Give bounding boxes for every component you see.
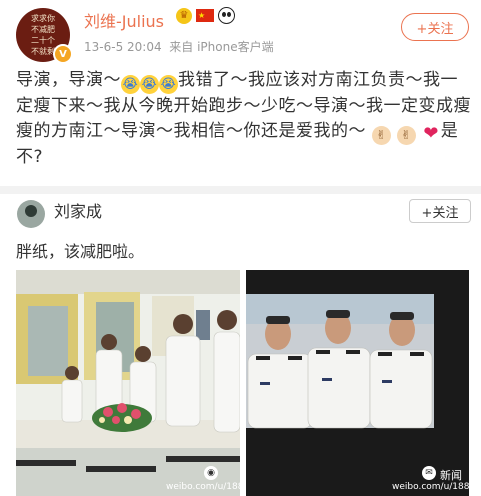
content-part-1: 导演，导演～ — [16, 70, 121, 90]
classroom-photo-illustration — [16, 270, 240, 496]
avatar-line-3: 二十个 — [31, 36, 55, 45]
repost-content: 胖纸，该减肥啦。 — [16, 242, 145, 261]
post-username[interactable]: 刘维-Julius — [84, 8, 164, 32]
wechat-watermark-icon: ✉ — [422, 466, 436, 480]
crying-emoji-icon: 😭 — [159, 75, 178, 94]
post-content: 导演，导演～ 😭 😭 😭我错了～我应该对方南江负责～我一定瘦下来～我从今晚开始跑步～少… — [16, 68, 472, 170]
section-divider — [0, 186, 481, 194]
avatar-line-2: 不减肥 — [31, 25, 55, 34]
heart-icon: ❤ — [423, 123, 440, 144]
photo2-watermark: weibo.com/u/188 — [392, 482, 469, 492]
avatar-line-4: 不就剩 — [31, 47, 55, 56]
avatar-line-1: 求求你 — [31, 14, 55, 23]
user-badges: ♛ ★ — [176, 7, 235, 24]
victory-hand-icon: ✌ — [371, 126, 391, 145]
screen-photo[interactable]: ✉ 新闻 weibo.com/u/188 — [246, 270, 469, 496]
repost-username[interactable]: 刘家成 — [54, 198, 102, 222]
panda-icon — [218, 7, 235, 24]
china-flag-icon: ★ — [196, 9, 214, 22]
classroom-photo[interactable]: ◉ weibo.com/u/188 — [16, 270, 240, 496]
crying-emoji-icon: 😭 — [140, 75, 159, 94]
photo1-watermark: weibo.com/u/188 — [166, 482, 240, 492]
repost-follow-button[interactable]: +关注 — [409, 199, 471, 223]
photo2-overlay-text: 新闻 — [440, 469, 462, 482]
verified-badge-icon: V — [53, 44, 73, 64]
victory-hand-icon: ✌ — [396, 126, 416, 145]
post-meta: 13-6-5 20:04 来自 iPhone客户端 — [84, 38, 274, 55]
weibo-watermark-icon: ◉ — [204, 466, 218, 480]
follow-button[interactable]: +关注 — [401, 13, 469, 41]
post-source: 来自 iPhone客户端 — [169, 40, 274, 54]
crown-icon: ♛ — [176, 7, 192, 24]
repost-user-avatar[interactable] — [17, 200, 45, 228]
screen-photo-illustration — [246, 270, 469, 496]
crying-emoji-icon: 😭 — [121, 75, 140, 94]
post-timestamp: 13-6-5 20:04 — [84, 40, 162, 54]
original-post: 求求你 不减肥 二十个 不就剩 V 刘维-Julius ♛ ★ 13-6-5 2… — [0, 0, 481, 188]
